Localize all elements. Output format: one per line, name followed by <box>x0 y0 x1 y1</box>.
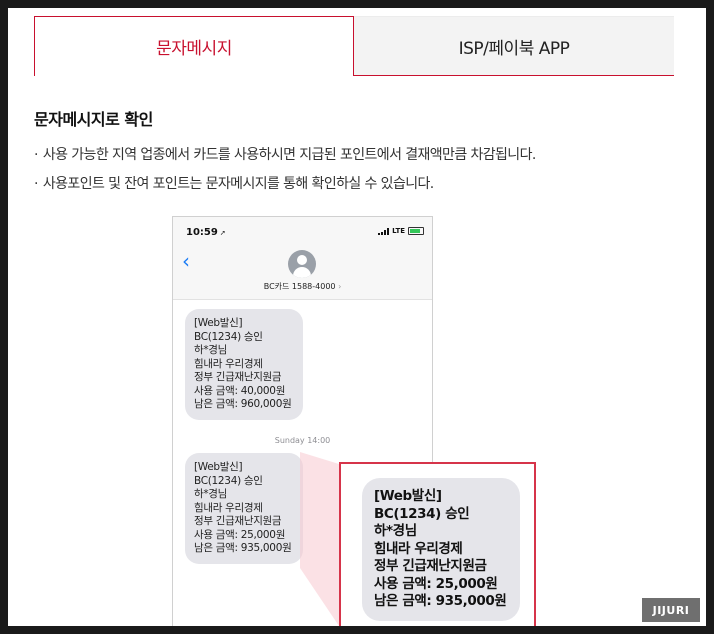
phone-header: 10:59 ➚ LTE ‹ BC카드 1588-4000 › <box>173 217 432 300</box>
bullet-list: · 사용 가능한 지역 업종에서 카드를 사용하시면 지급된 포인트에서 결재액만… <box>34 144 536 202</box>
message-bubble: [Web발신] BC(1234) 승인 하*경님 힘내라 우리경제 정부 긴급재… <box>185 309 303 420</box>
zoom-line: 하*경님 <box>374 523 417 539</box>
message-line: 남은 금액: 935,000원 <box>194 542 292 554</box>
zoom-callout: [Web발신] BC(1234) 승인 하*경님 힘내라 우리경제 정부 긴급재… <box>339 462 536 626</box>
battery-icon <box>408 227 424 235</box>
zoom-line: 정부 긴급재난지원금 <box>374 558 487 574</box>
message-line: 힘내라 우리경제 <box>194 357 263 370</box>
message-line: 정부 긴급재난지원금 <box>194 371 282 383</box>
status-indicators: LTE <box>378 227 424 235</box>
message-line: [Web발신] <box>194 461 243 473</box>
message-line: 하*경님 <box>194 344 228 356</box>
zoom-line: BC(1234) 승인 <box>374 505 470 522</box>
message-line: 사용 금액: 40,000원 <box>194 384 286 397</box>
location-arrow-icon: ➚ <box>219 229 226 237</box>
tab-isp-paybook-app[interactable]: ISP/페이북 APP <box>354 16 674 76</box>
signal-icon <box>378 227 390 235</box>
watermark: JIJURI <box>642 598 700 622</box>
zoom-line: [Web발신] <box>374 488 442 504</box>
message-line: [Web발신] <box>194 317 243 329</box>
bullet-text: 사용포인트 및 잔여 포인트는 문자메시지를 통해 확인하실 수 있습니다. <box>42 176 434 192</box>
bullet-item: · 사용포인트 및 잔여 포인트는 문자메시지를 통해 확인하실 수 있습니다. <box>34 173 536 193</box>
zoom-message-bubble: [Web발신] BC(1234) 승인 하*경님 힘내라 우리경제 정부 긴급재… <box>362 478 520 621</box>
message-line: 하*경님 <box>194 488 228 500</box>
zoom-line: 사용 금액: 25,000원 <box>374 575 498 592</box>
tab-bar: 문자메시지 ISP/페이북 APP <box>34 16 674 76</box>
zoom-line: 남은 금액: 935,000원 <box>374 593 507 609</box>
zoom-line: 힘내라 우리경제 <box>374 540 463 557</box>
bullet-item: · 사용 가능한 지역 업종에서 카드를 사용하시면 지급된 포인트에서 결재액만… <box>34 144 536 164</box>
message-timestamp: Sunday 14:00 <box>274 436 331 445</box>
page: 문자메시지 ISP/페이북 APP 문자메시지로 확인 · 사용 가능한 지역 업… <box>8 8 706 626</box>
network-label: LTE <box>392 227 405 235</box>
message-line: 사용 금액: 25,000원 <box>194 528 286 541</box>
message-bubble: [Web발신] BC(1234) 승인 하*경님 힘내라 우리경제 정부 긴급재… <box>185 453 303 564</box>
bullet-text: 사용 가능한 지역 업종에서 카드를 사용하시면 지급된 포인트에서 결재액만큼… <box>42 147 536 163</box>
bullet-dot: · <box>34 176 38 192</box>
status-time: 10:59 ➚ <box>186 227 226 238</box>
back-chevron-icon[interactable]: ‹ <box>182 249 190 273</box>
message-line: 힘내라 우리경제 <box>194 501 263 514</box>
tab-sms[interactable]: 문자메시지 <box>34 16 354 76</box>
bullet-dot: · <box>34 147 38 163</box>
message-line: BC(1234) 승인 <box>194 474 263 487</box>
chevron-right-icon: › <box>338 282 342 291</box>
contact-avatar-icon[interactable] <box>288 250 316 278</box>
contact-name[interactable]: BC카드 1588-4000 › <box>173 281 432 292</box>
section-title: 문자메시지로 확인 <box>34 110 153 129</box>
message-line: 남은 금액: 960,000원 <box>194 398 292 410</box>
message-line: 정부 긴급재난지원금 <box>194 515 282 527</box>
message-line: BC(1234) 승인 <box>194 330 263 343</box>
